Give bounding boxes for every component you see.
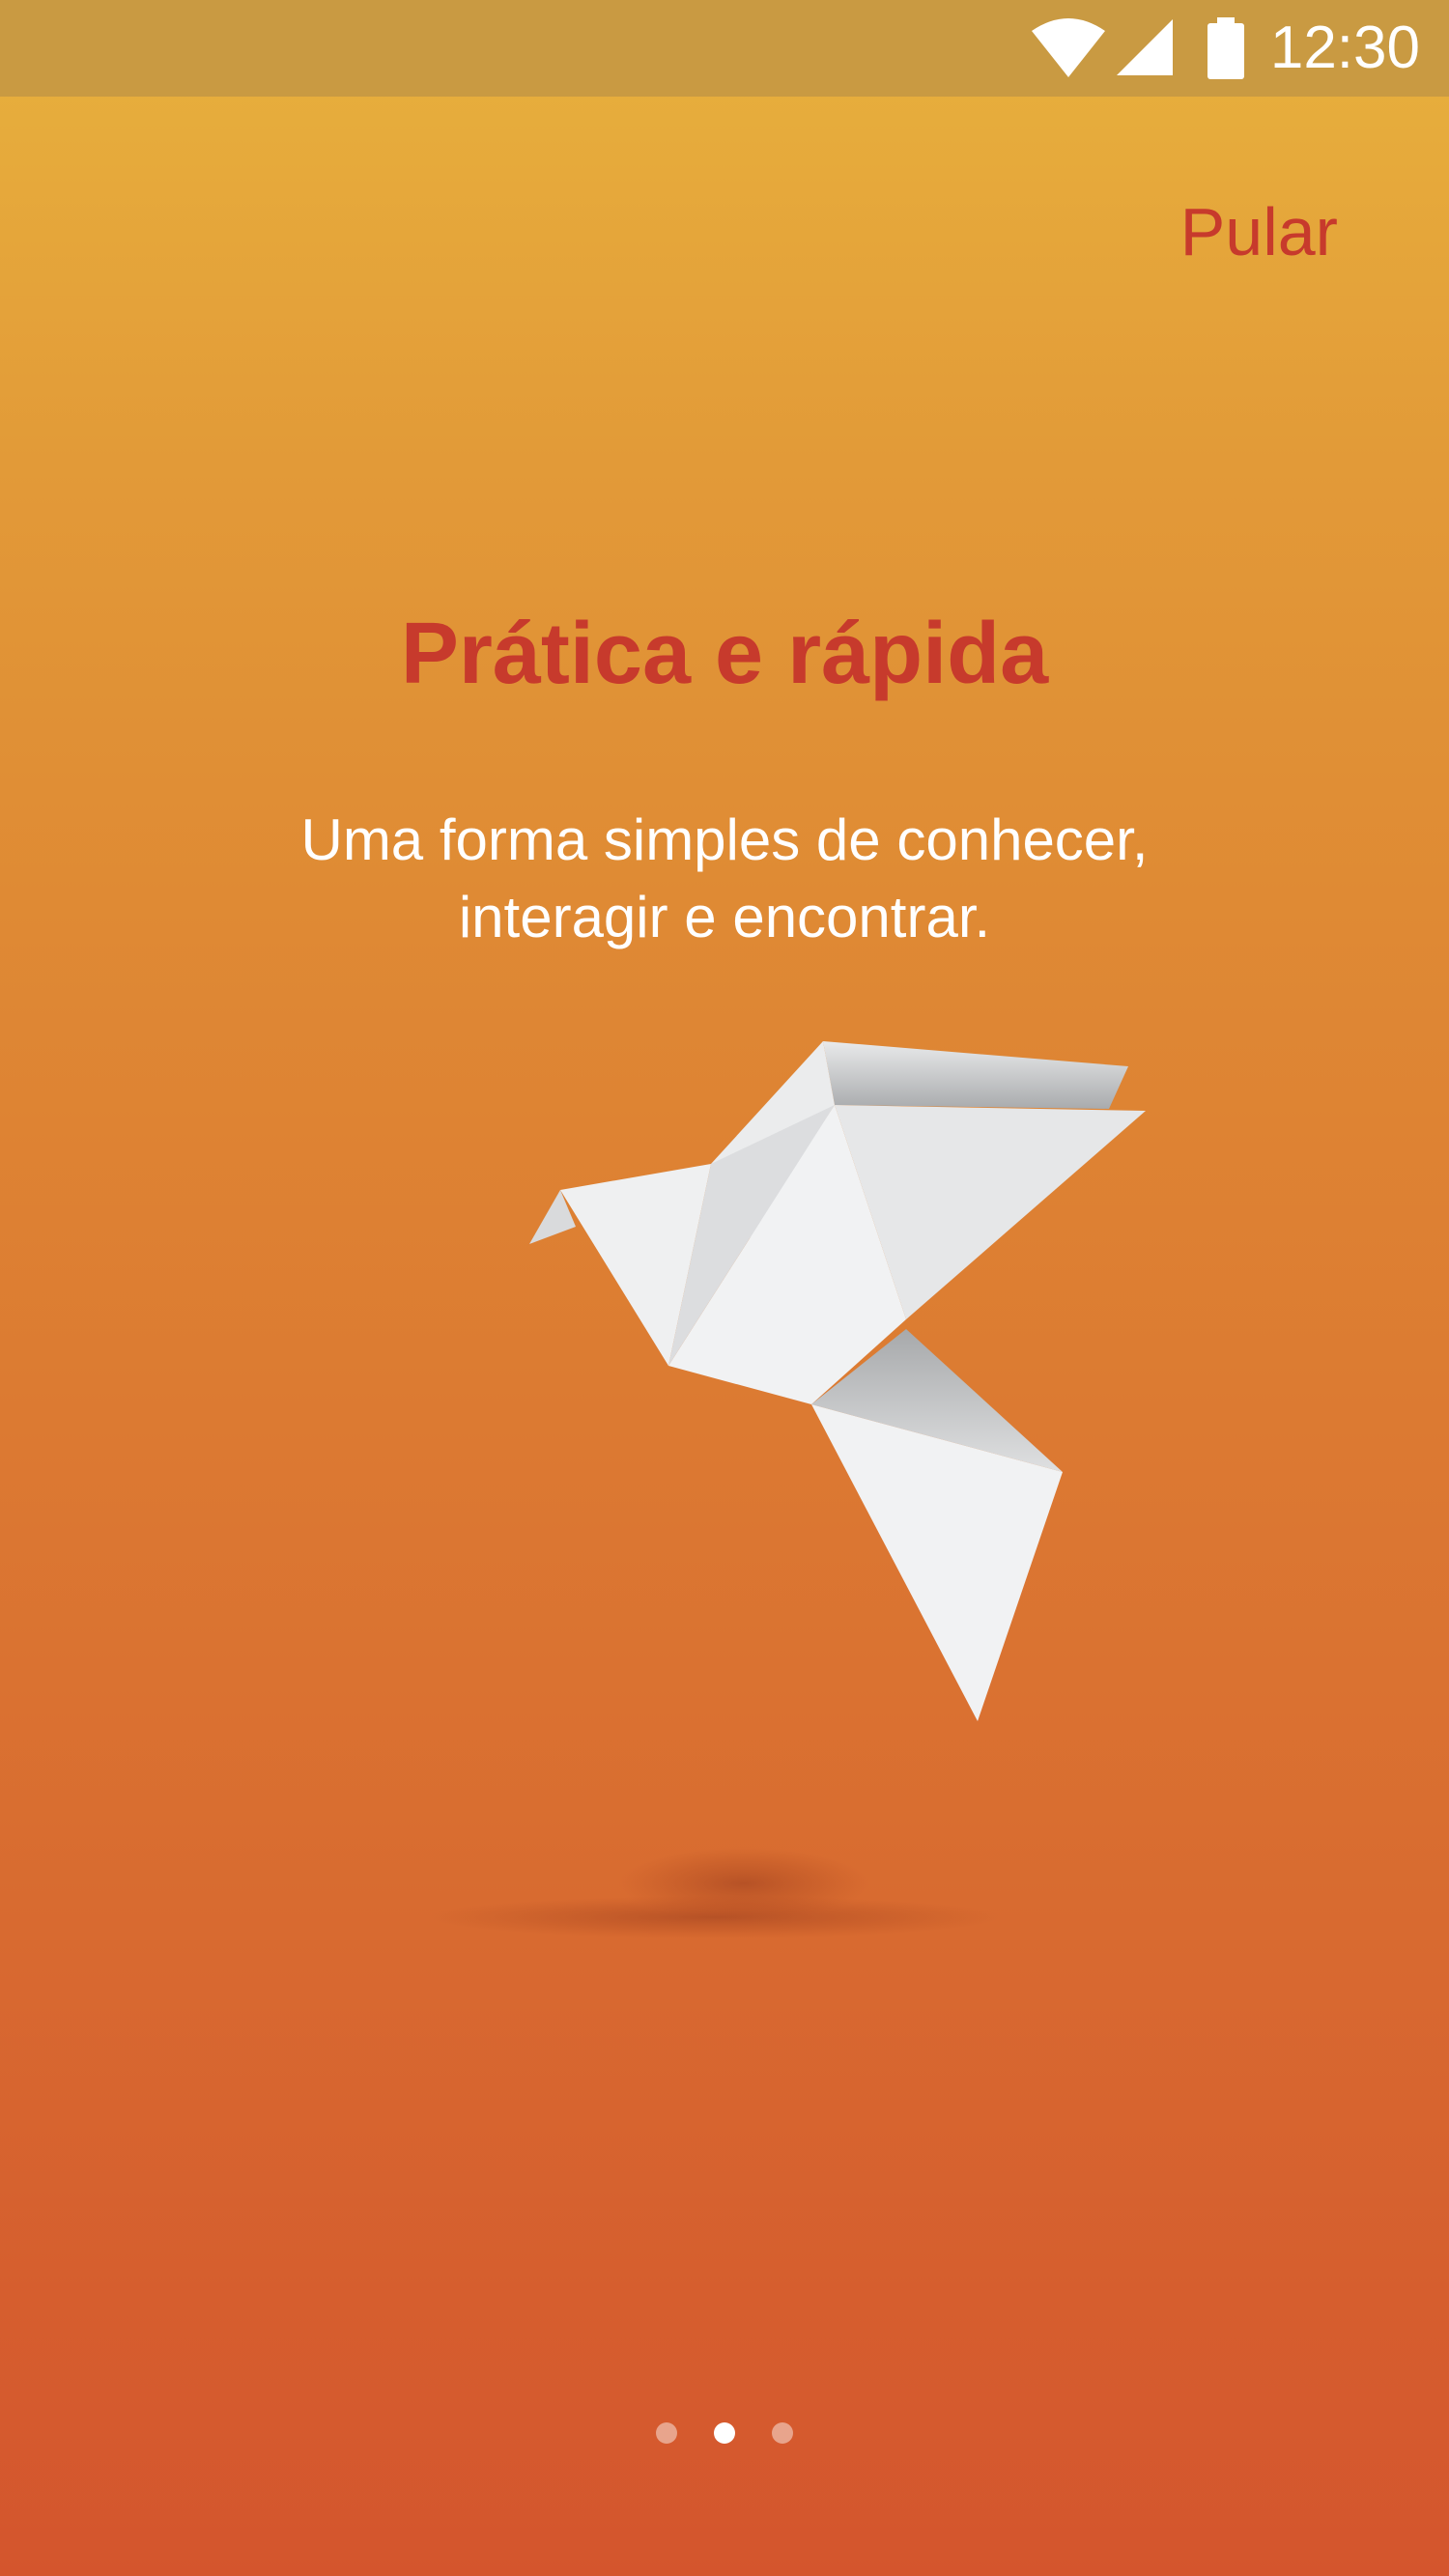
onboarding-screen: 12:30 Pular Prática e rápida Uma forma s… [0,0,1449,2576]
page-dot-1[interactable] [656,2422,677,2444]
bird-shadow [425,1847,1005,1939]
page-dot-2-active[interactable] [714,2422,735,2444]
origami-bird-illustration [425,1041,1146,1939]
page-dot-3[interactable] [772,2422,793,2444]
page-indicator [0,2422,1449,2444]
